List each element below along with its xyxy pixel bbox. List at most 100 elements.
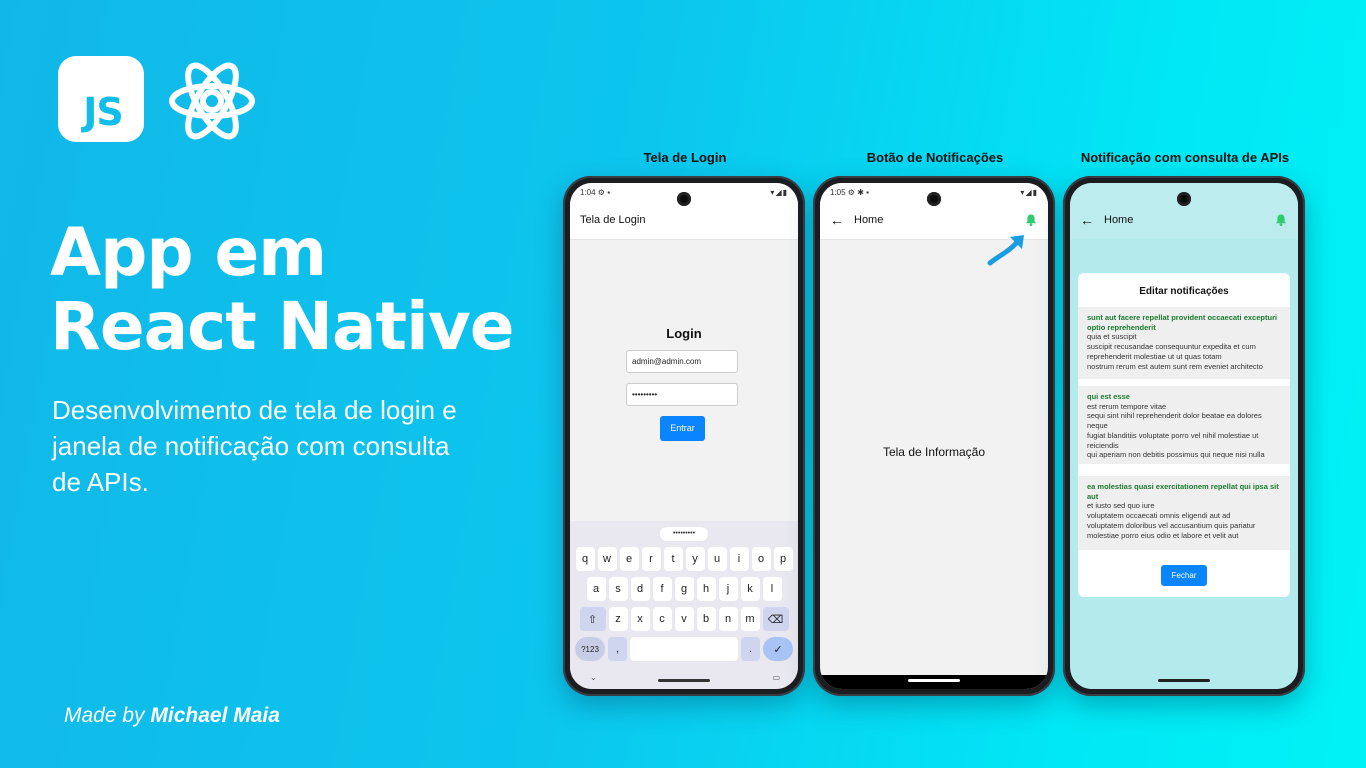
- login-title: Login: [666, 326, 702, 341]
- key-o[interactable]: o: [751, 547, 771, 571]
- notifications-modal: Editar notificações sunt aut facere repe…: [1078, 273, 1290, 597]
- key-n[interactable]: n: [718, 607, 738, 631]
- enter-key-icon[interactable]: ✓: [763, 637, 793, 661]
- key-v[interactable]: v: [674, 607, 694, 631]
- key-x[interactable]: x: [630, 607, 650, 631]
- javascript-logo-text: JS: [83, 90, 124, 134]
- on-screen-keyboard: ••••••••• q w e r t y u i o p a s d f g …: [570, 521, 798, 689]
- front-camera: [677, 192, 691, 206]
- key-s[interactable]: s: [608, 577, 628, 601]
- headline-line-1: App em: [50, 214, 327, 291]
- notification-body: et iusto sed quo iure voluptatem occaeca…: [1087, 501, 1256, 540]
- key-j[interactable]: j: [718, 577, 738, 601]
- credit: Made by Michael Maia: [64, 704, 280, 728]
- notification-title: ea molestias quasi exercitationem repell…: [1087, 482, 1279, 501]
- notification-item[interactable]: ea molestias quasi exercitationem repell…: [1078, 476, 1290, 550]
- key-z[interactable]: z: [608, 607, 628, 631]
- javascript-logo: JS: [58, 56, 144, 142]
- notification-body: quia et suscipit suscipit recusandae con…: [1087, 332, 1263, 371]
- back-arrow-icon[interactable]: ←: [1080, 212, 1094, 228]
- notification-bell-icon[interactable]: [1024, 213, 1038, 227]
- app-bar: ← Home: [1070, 201, 1298, 239]
- shift-key-icon[interactable]: ⇧: [579, 607, 606, 631]
- status-time: 1:04: [580, 187, 596, 197]
- login-form: Login admin@admin.com ••••••••• Entrar: [570, 240, 798, 528]
- app-bar-title: Tela de Login: [580, 214, 646, 226]
- home-indicator[interactable]: [1158, 679, 1210, 682]
- notification-title: sunt aut facere repellat provident occae…: [1087, 313, 1278, 332]
- key-f[interactable]: f: [652, 577, 672, 601]
- front-camera: [927, 192, 941, 206]
- app-bar-title: Home: [854, 214, 884, 226]
- phone-login: 1:04 ⚙ ▪ ▾◢▮ Tela de Login Login admin@a…: [563, 176, 805, 696]
- subtitle: Desenvolvimento de tela de login e janel…: [52, 395, 457, 497]
- key-c[interactable]: c: [652, 607, 672, 631]
- home-indicator[interactable]: [908, 679, 960, 682]
- notification-item[interactable]: qui est esse est rerum tempore vitae seq…: [1078, 386, 1290, 464]
- front-camera: [1177, 192, 1191, 206]
- keyboard-row-1: q w e r t y u i o p: [574, 547, 794, 571]
- close-button[interactable]: Fechar: [1161, 565, 1207, 586]
- space-key[interactable]: [630, 637, 738, 661]
- key-h[interactable]: h: [696, 577, 716, 601]
- backspace-key-icon[interactable]: ⌫: [762, 607, 789, 631]
- key-e[interactable]: e: [619, 547, 639, 571]
- app-bar-title: Home: [1104, 214, 1134, 226]
- numbers-key[interactable]: ?123: [575, 637, 605, 661]
- keyboard-switch-icon[interactable]: ▭: [772, 673, 780, 682]
- keyboard-row-2: a s d f g h j k l: [574, 577, 794, 601]
- key-i[interactable]: i: [729, 547, 749, 571]
- notification-body: est rerum tempore vitae sequi sint nihil…: [1087, 401, 1265, 460]
- system-nav-bar: [820, 675, 1048, 689]
- notification-item[interactable]: sunt aut facere repellat provident occae…: [1078, 307, 1290, 379]
- key-y[interactable]: y: [685, 547, 705, 571]
- login-button[interactable]: Entrar: [660, 416, 705, 441]
- key-a[interactable]: a: [586, 577, 606, 601]
- system-nav-bar: [1070, 675, 1298, 689]
- notifications-screen: ← Home Editar notificações sunt aut face…: [1070, 183, 1298, 689]
- phone-home: 1:05 ⚙ ✱ ▪ ▾◢▮ ← Home Tela de Informação: [813, 176, 1055, 696]
- home-indicator[interactable]: [658, 679, 710, 682]
- keyboard-row-3: ⇧ z x c v b n m ⌫: [574, 607, 794, 631]
- status-time: 1:05: [830, 187, 846, 197]
- key-w[interactable]: w: [597, 547, 617, 571]
- key-d[interactable]: d: [630, 577, 650, 601]
- status-icons: ▾◢▮: [770, 187, 788, 197]
- key-u[interactable]: u: [707, 547, 727, 571]
- headline: App em React Native: [50, 214, 515, 365]
- key-g[interactable]: g: [674, 577, 694, 601]
- login-screen: 1:04 ⚙ ▪ ▾◢▮ Tela de Login Login admin@a…: [570, 183, 798, 689]
- information-text: Tela de Informação: [882, 445, 986, 459]
- phone-label-home: Botão de Notificações: [866, 150, 1004, 165]
- app-bar: Tela de Login: [570, 201, 798, 240]
- modal-title: Editar notificações: [1139, 286, 1229, 297]
- key-m[interactable]: m: [740, 607, 760, 631]
- phone-notifications: ← Home Editar notificações sunt aut face…: [1063, 176, 1305, 696]
- notification-title: qui est esse: [1087, 392, 1130, 401]
- key-t[interactable]: t: [663, 547, 683, 571]
- home-screen: 1:05 ⚙ ✱ ▪ ▾◢▮ ← Home Tela de Informação: [820, 183, 1048, 689]
- key-r[interactable]: r: [641, 547, 661, 571]
- phone-label-login: Tela de Login: [643, 150, 727, 165]
- key-p[interactable]: p: [773, 547, 793, 571]
- password-suggestion[interactable]: •••••••••: [660, 527, 708, 541]
- password-field[interactable]: •••••••••: [626, 383, 738, 406]
- key-b[interactable]: b: [696, 607, 716, 631]
- status-icons: ▾◢▮: [1020, 187, 1038, 197]
- back-arrow-icon[interactable]: ←: [830, 212, 844, 228]
- key-l[interactable]: l: [762, 577, 782, 601]
- credit-prefix: Made by: [64, 704, 151, 727]
- notification-bell-icon[interactable]: [1274, 213, 1288, 227]
- phone-label-notifications: Notificação com consulta de APIs: [1080, 150, 1290, 165]
- headline-line-2: React Native: [50, 288, 515, 365]
- key-k[interactable]: k: [740, 577, 760, 601]
- keyboard-row-4: ?123 , . ✓: [574, 637, 794, 661]
- email-field[interactable]: admin@admin.com: [626, 350, 738, 373]
- key-q[interactable]: q: [575, 547, 595, 571]
- keyboard-hide-icon[interactable]: ⌄: [590, 673, 597, 682]
- pointer-arrow-icon: [987, 235, 1024, 266]
- credit-name: Michael Maia: [150, 704, 280, 727]
- react-logo-icon: [169, 62, 255, 140]
- comma-key[interactable]: ,: [608, 637, 627, 661]
- period-key[interactable]: .: [741, 637, 760, 661]
